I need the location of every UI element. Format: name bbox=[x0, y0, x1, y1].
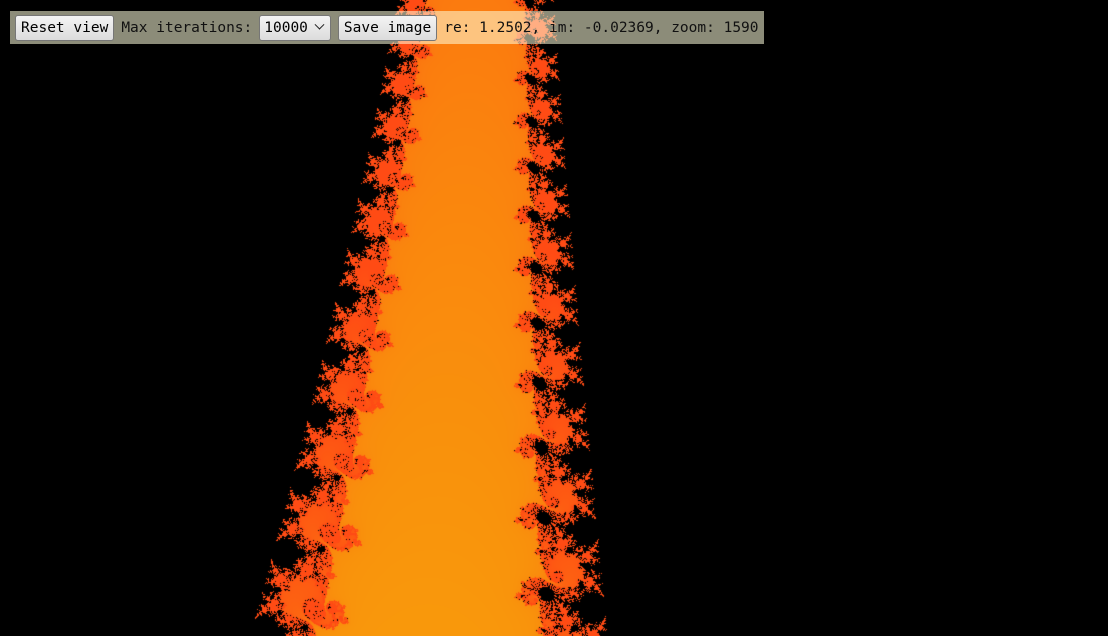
toolbar: Reset view Max iterations: 10000 Save im… bbox=[10, 11, 764, 44]
max-iterations-label: Max iterations: bbox=[121, 19, 253, 36]
save-image-button[interactable]: Save image bbox=[337, 14, 438, 41]
fractal-canvas[interactable] bbox=[0, 0, 1108, 636]
reset-view-button[interactable]: Reset view bbox=[15, 14, 115, 41]
chevron-down-icon bbox=[314, 19, 325, 30]
fractal-viewer[interactable]: Reset view Max iterations: 10000 Save im… bbox=[0, 0, 1108, 636]
max-iterations-select[interactable]: 10000 bbox=[259, 14, 331, 41]
max-iterations-value: 10000 bbox=[264, 19, 308, 36]
coordinates-readout: re: 1.2502, im: -0.02369, zoom: 1590 bbox=[444, 19, 759, 36]
